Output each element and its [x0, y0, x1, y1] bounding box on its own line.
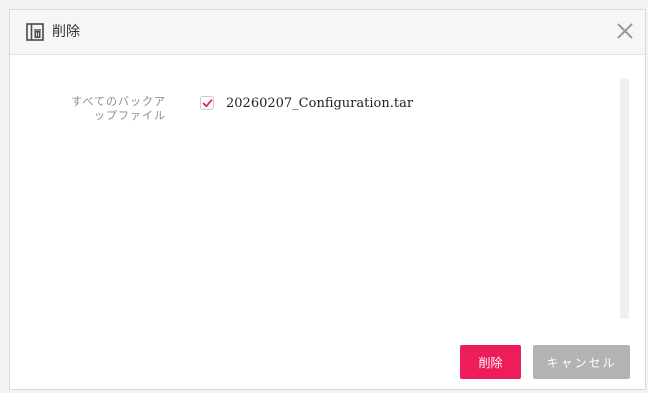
dialog-title: 削除 — [52, 24, 80, 40]
backup-files-label-line1: すべてのバックア — [71, 95, 166, 108]
trash-panel-icon — [26, 23, 44, 41]
file-checkbox[interactable] — [200, 96, 214, 110]
check-icon — [202, 99, 213, 108]
dialog-header: 削除 — [10, 10, 645, 55]
dialog-body: すべてのバックア ップファイル 20260207_Configuration.t… — [10, 55, 645, 389]
close-icon[interactable] — [613, 19, 637, 43]
list-item[interactable]: 20260207_Configuration.tar — [200, 93, 413, 113]
backup-files-label: すべてのバックア ップファイル — [46, 95, 166, 123]
delete-dialog: 削除 すべてのバックア ップファイル 20260207_Configuratio… — [9, 9, 646, 390]
delete-button[interactable]: 削除 — [460, 345, 521, 379]
file-name: 20260207_Configuration.tar — [226, 95, 414, 111]
scrollbar[interactable] — [620, 79, 629, 319]
backup-files-label-line2: ップファイル — [94, 109, 166, 122]
cancel-button[interactable]: キャンセル — [533, 345, 630, 379]
